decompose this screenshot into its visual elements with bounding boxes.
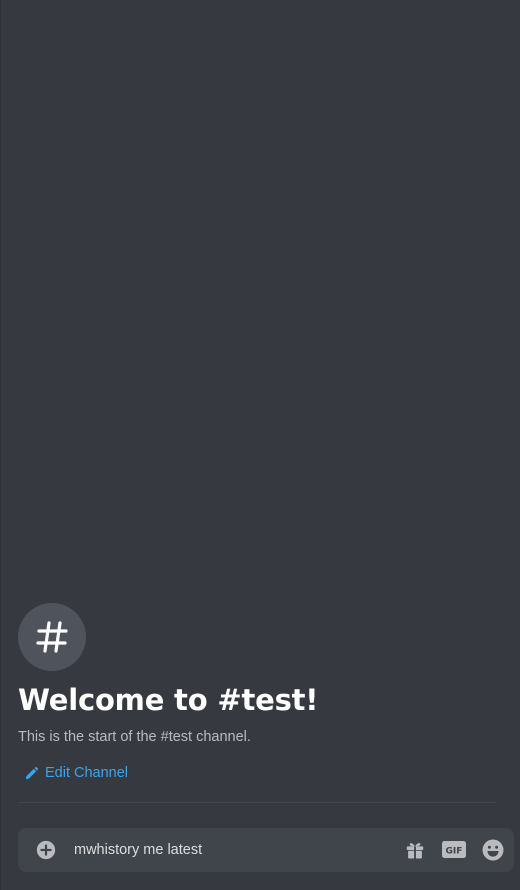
gif-button[interactable]: GIF — [434, 828, 473, 872]
edit-channel-label: Edit Channel — [45, 765, 129, 781]
composer-tools: GIF — [395, 828, 514, 872]
message-list[interactable]: Welcome to #test! This is the start of t… — [1, 0, 520, 820]
edit-channel-button[interactable]: Edit Channel — [18, 760, 134, 786]
welcome-subtitle: This is the start of the #test channel. — [18, 729, 251, 745]
hashtag-icon — [36, 621, 68, 653]
gift-button[interactable] — [395, 828, 434, 872]
message-composer: GIF — [18, 828, 514, 872]
pencil-icon — [25, 766, 39, 779]
welcome-title: Welcome to #test! — [18, 683, 319, 717]
gif-icon: GIF — [441, 841, 466, 858]
attach-button[interactable] — [18, 828, 74, 872]
svg-text:GIF: GIF — [445, 847, 462, 857]
emoji-button[interactable] — [473, 828, 512, 872]
chat-view: Welcome to #test! This is the start of t… — [0, 0, 520, 890]
plus-circle-icon — [36, 840, 56, 860]
gift-icon — [406, 843, 423, 859]
channel-avatar — [18, 603, 86, 671]
emoji-icon — [482, 839, 503, 861]
channel-welcome: Welcome to #test! This is the start of t… — [18, 603, 498, 786]
divider — [18, 802, 497, 803]
message-input[interactable] — [74, 828, 395, 872]
